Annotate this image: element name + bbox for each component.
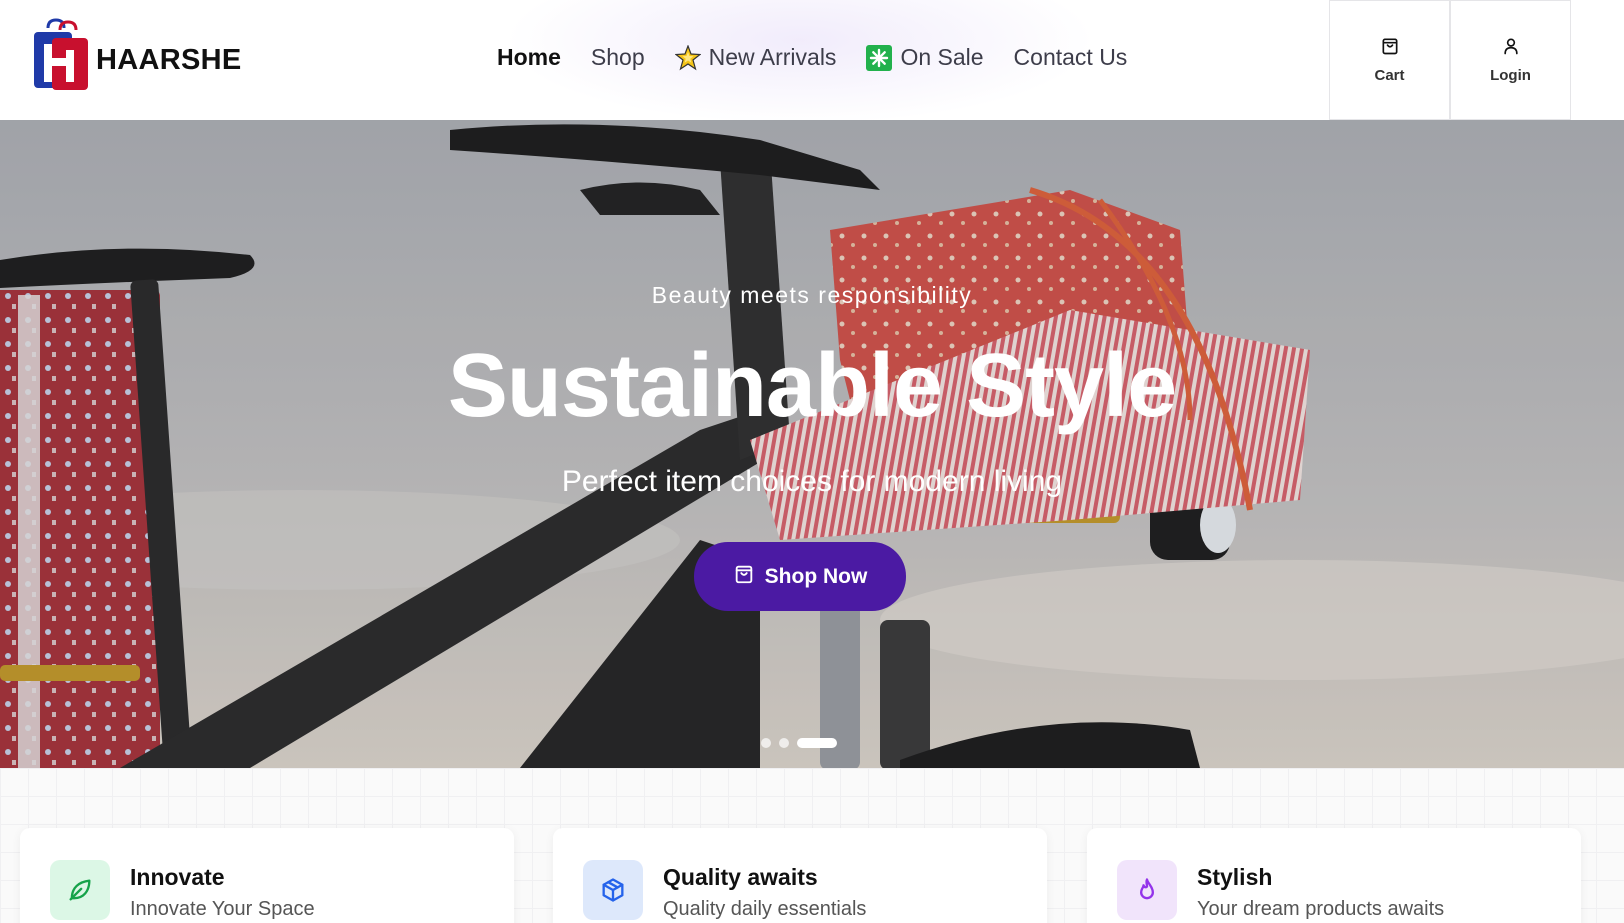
feature-subtitle: Innovate Your Space — [130, 898, 315, 920]
feature-card-quality: Quality awaits Quality daily essentials — [553, 828, 1047, 923]
carousel-dot-3[interactable] — [797, 738, 837, 748]
carousel-dot-2[interactable] — [779, 738, 789, 748]
feature-subtitle: Your dream products awaits — [1197, 898, 1445, 920]
user-icon — [1501, 36, 1521, 61]
login-button[interactable]: Login — [1450, 0, 1571, 120]
shop-now-button[interactable]: Shop Now — [694, 542, 906, 611]
nav-new-arrivals[interactable]: New Arrivals — [674, 43, 837, 71]
brand-logo[interactable]: HAARSHE — [32, 18, 242, 92]
feature-card-stylish: Stylish Your dream products awaits — [1087, 828, 1581, 923]
feature-title: Stylish — [1197, 864, 1273, 890]
hero-eyebrow: Beauty meets responsibility — [651, 282, 973, 308]
nav-on-sale[interactable]: On Sale — [866, 44, 984, 71]
hero-title: Sustainable Style — [447, 336, 1177, 436]
nav-contact-us-label: Contact Us — [1013, 44, 1128, 70]
login-label: Login — [1490, 67, 1531, 84]
hero-carousel: Beauty meets responsibility Sustainable … — [0, 120, 1624, 768]
brand-name: HAARSHE — [96, 43, 242, 76]
nav-contact-us[interactable]: Contact Us — [1014, 44, 1128, 71]
nav-shop-label: Shop — [590, 44, 645, 70]
carousel-dot-1[interactable] — [761, 738, 771, 748]
shopping-bag-logo-icon — [32, 18, 90, 92]
feature-card-innovate: Innovate Innovate Your Space — [20, 828, 514, 923]
sparkle-star-icon — [674, 43, 702, 71]
main-nav: Home Shop New Arrivals On Sale Contact U… — [497, 43, 1128, 71]
nav-on-sale-label: On Sale — [900, 44, 984, 70]
features-section: Innovate Innovate Your Space Quality awa… — [0, 768, 1624, 923]
feature-subtitle: Quality daily essentials — [663, 898, 867, 920]
hero-subtitle: Perfect item choices for modern living — [561, 465, 1063, 498]
cube-icon — [583, 860, 643, 920]
nav-home[interactable]: Home — [497, 44, 561, 71]
nav-new-arrivals-label: New Arrivals — [708, 44, 837, 70]
site-header: HAARSHE Home Shop New Arrivals On Sale C… — [0, 0, 1624, 120]
feature-title: Quality awaits — [663, 864, 818, 890]
eight-spoked-asterisk-icon — [866, 44, 893, 71]
hero-overlay — [0, 120, 1624, 768]
nav-shop[interactable]: Shop — [591, 44, 645, 71]
leaf-icon — [50, 860, 110, 920]
feature-title: Innovate — [130, 864, 225, 890]
cart-button[interactable]: Cart — [1329, 0, 1450, 120]
cart-label: Cart — [1374, 67, 1405, 84]
carousel-indicators — [761, 738, 837, 748]
shopping-bag-icon — [733, 563, 755, 591]
nav-home-label: Home — [497, 44, 561, 70]
shop-now-label: Shop Now — [764, 564, 868, 588]
shopping-bag-icon — [1380, 36, 1400, 61]
flame-icon — [1117, 860, 1177, 920]
